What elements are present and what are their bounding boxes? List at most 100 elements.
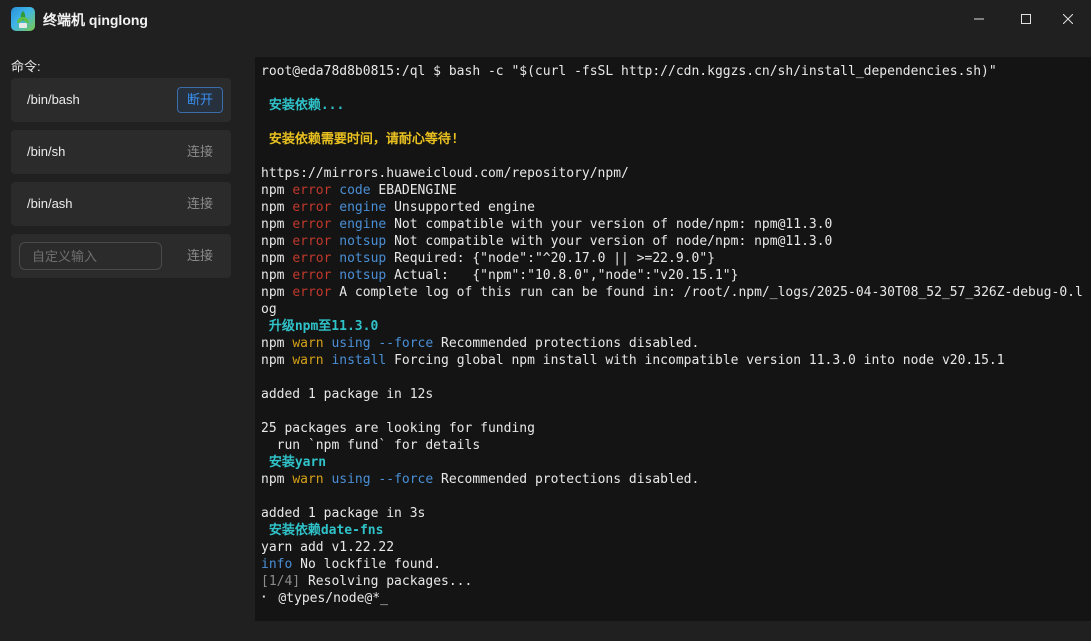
terminal-line: npm error notsup Actual: {"npm":"10.8.0"… [261,267,1085,284]
terminal-text: npm [261,285,293,300]
terminal-line: ⠂ @types/node@*_ [261,590,1085,607]
command-item-sh[interactable]: /bin/sh 连接 [11,130,231,174]
terminal-line: npm error notsup Required: {"node":"^20.… [261,250,1085,267]
command-name: /bin/ash [27,196,73,211]
terminal-text: No lockfile found. [292,557,442,572]
terminal-text: Resolving packages... [300,574,473,589]
terminal-text: Unsupported engine [386,200,535,215]
terminal-text: notsup [331,251,387,266]
terminal-line: npm warn using --force Recommended prote… [261,471,1085,488]
terminal-text: ⠂ @types/node@*_ [261,591,388,606]
terminal-lines: root@eda78d8b0815:/ql $ bash -c "$(curl … [261,63,1085,607]
disconnect-button[interactable]: 断开 [177,87,223,113]
terminal-text: https://mirrors.huaweicloud.com/reposito… [261,166,629,181]
command-label: 命令: [11,59,41,74]
terminal-text: install [323,353,387,368]
terminal-text: info [261,557,293,572]
command-name: /bin/sh [27,144,66,159]
terminal-text: yarn add v1.22.22 [261,540,395,555]
connect-button[interactable]: 连接 [177,139,223,165]
terminal-line: yarn add v1.22.22 [261,539,1085,556]
terminal-line: info No lockfile found. [261,556,1085,573]
terminal-text: root@eda78d8b0815:/ql $ bash -c "$(curl … [261,64,997,79]
custom-command-input[interactable] [19,242,162,270]
terminal-text: Not compatible with your version of node… [386,234,833,249]
terminal-text: Required: {"node":"^20.17.0 || >=22.9.0"… [386,251,715,266]
command-item-ash[interactable]: /bin/ash 连接 [11,182,231,226]
terminal-text: added 1 package in 3s [261,506,426,521]
terminal-text: 安装依赖... [261,98,345,113]
terminal-text: error [292,217,332,232]
maximize-button[interactable] [1003,0,1049,38]
terminal-text: npm [261,336,293,351]
terminal-text: Forcing global npm install with incompat… [386,353,1005,368]
terminal-text: 安装yarn [261,455,327,470]
terminal-text: 安装依赖需要时间，请耐心等待! [261,132,459,147]
terminal-text: npm [261,268,293,283]
terminal-text: Not compatible with your version of node… [386,217,833,232]
command-name: /bin/bash [27,92,80,107]
terminal-text: warn [292,472,324,487]
terminal-text: error [292,251,332,266]
terminal-text: npm [261,251,293,266]
terminal-text: error [292,234,332,249]
terminal-text: engine [331,200,387,215]
command-item-bash[interactable]: /bin/bash 断开 [11,78,231,122]
terminal-text: npm [261,217,293,232]
terminal-text: added 1 package in 12s [261,387,434,402]
terminal-line: npm error A complete log of this run can… [261,284,1085,301]
terminal-text: npm [261,200,293,215]
terminal-text: Actual: {"npm":"10.8.0","node":"v20.15.1… [386,268,739,283]
terminal-line: added 1 package in 12s [261,386,1085,403]
terminal-text: A complete log of this run can be found … [331,285,1083,300]
terminal-line: og [261,301,1085,318]
terminal-text: warn [292,353,324,368]
terminal-text: error [292,183,332,198]
terminal-text: using --force [323,472,434,487]
minimize-icon [974,18,984,20]
close-button[interactable] [1045,0,1091,38]
terminal-line: root@eda78d8b0815:/ql $ bash -c "$(curl … [261,63,1085,80]
terminal-line: npm warn using --force Recommended prote… [261,335,1085,352]
terminal-line: npm warn install Forcing global npm inst… [261,352,1085,369]
terminal-text: Recommended protections disabled. [433,336,700,351]
terminal-text: npm [261,183,293,198]
terminal-line: npm error engine Not compatible with you… [261,216,1085,233]
terminal-line: npm error notsup Not compatible with you… [261,233,1085,250]
terminal-text: npm [261,353,293,368]
window-title: 终端机 qinglong [43,12,148,28]
terminal-text: using --force [323,336,434,351]
terminal-text: 25 packages are looking for funding [261,421,535,436]
terminal-text: 升级npm至11.3.0 [261,319,379,334]
terminal-line: 升级npm至11.3.0 [261,318,1085,335]
terminal-text: error [292,200,332,215]
close-icon [1063,14,1073,24]
terminal-text: engine [331,217,387,232]
terminal-output[interactable]: root@eda78d8b0815:/ql $ bash -c "$(curl … [255,57,1091,621]
terminal-text: error [292,268,332,283]
terminal-text: run `npm fund` for details [261,438,481,453]
qinglong-app-icon [11,7,35,31]
terminal-line: 安装依赖... [261,97,1085,114]
connect-button[interactable]: 连接 [177,191,223,217]
terminal-line: npm error code EBADENGINE [261,182,1085,199]
terminal-line: 25 packages are looking for funding [261,420,1085,437]
terminal-line: npm error engine Unsupported engine [261,199,1085,216]
terminal-text: notsup [331,268,387,283]
terminal-line: 安装yarn [261,454,1085,471]
terminal-line: https://mirrors.huaweicloud.com/reposito… [261,165,1085,182]
minimize-button[interactable] [956,0,1002,38]
terminal-text: [1/4] [261,574,301,589]
terminal-text: error [292,285,332,300]
terminal-text: warn [292,336,324,351]
connect-button[interactable]: 连接 [177,243,223,269]
terminal-line: added 1 package in 3s [261,505,1085,522]
terminal-text: EBADENGINE [370,183,457,198]
terminal-line: run `npm fund` for details [261,437,1085,454]
terminal-text: Recommended protections disabled. [433,472,700,487]
